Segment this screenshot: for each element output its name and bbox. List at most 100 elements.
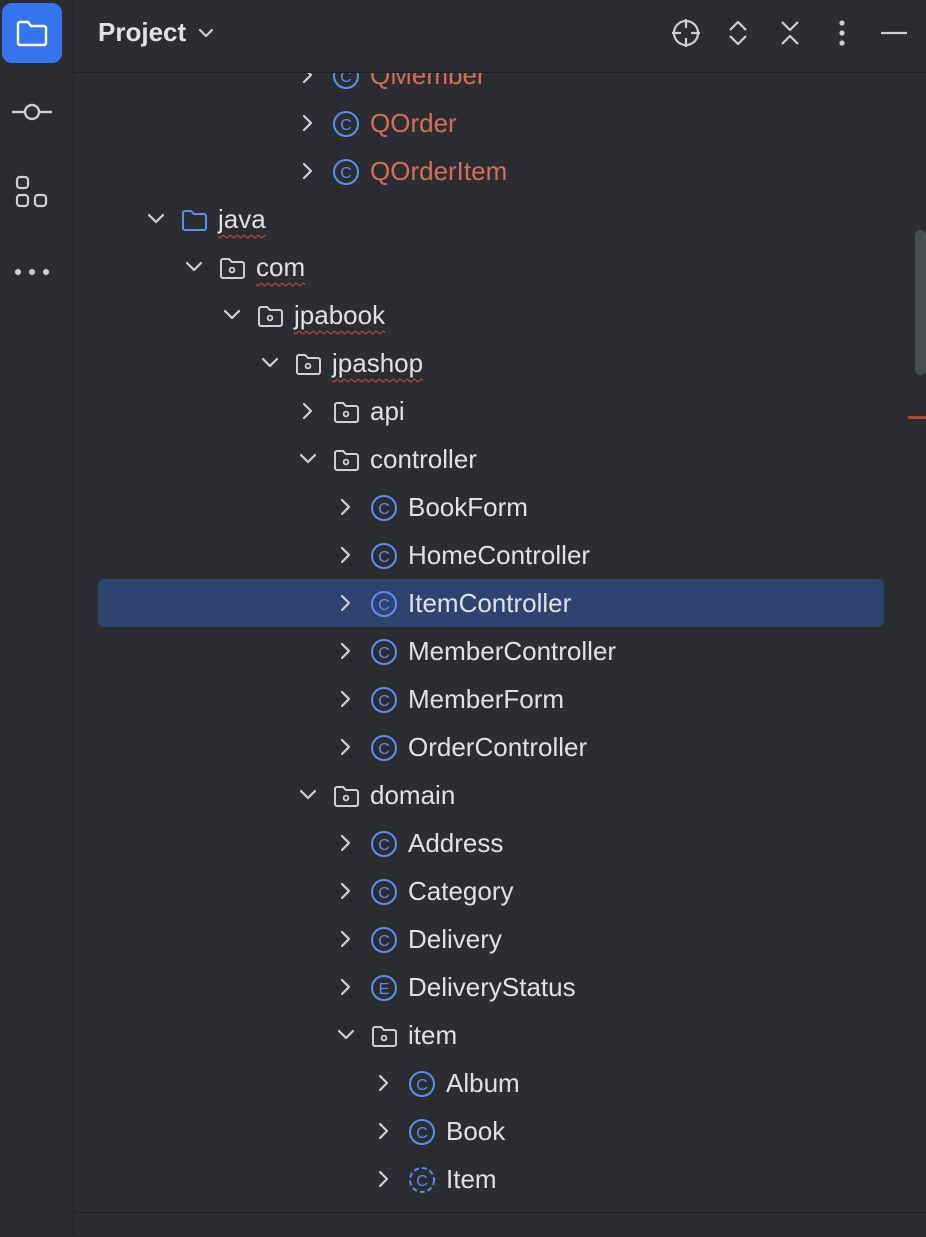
svg-text:C: C (340, 117, 352, 134)
chevron-right-icon[interactable] (334, 495, 358, 519)
tree-node-delivery[interactable]: C Delivery (74, 915, 926, 963)
project-tree[interactable]: C QMember C QOrder C QOrderItem java com jpabook… (74, 73, 926, 1212)
class-icon: C (370, 878, 398, 906)
project-folder-icon[interactable] (2, 3, 62, 63)
locate-icon[interactable] (670, 17, 702, 49)
chevron-right-icon[interactable] (296, 399, 320, 423)
chevron-right-icon[interactable] (372, 1071, 396, 1095)
more-options-icon[interactable] (826, 17, 858, 49)
tree-node-qmember[interactable]: C QMember (74, 73, 926, 99)
chevron-right-icon[interactable] (334, 831, 358, 855)
chevron-right-icon[interactable] (296, 159, 320, 183)
more-tools-icon[interactable] (2, 242, 62, 302)
class-icon: C (408, 1118, 436, 1146)
tree-node-item[interactable]: C Item (74, 1155, 926, 1203)
chevron-right-icon[interactable] (334, 975, 358, 999)
tree-node-deliverystatus[interactable]: E DeliveryStatus (74, 963, 926, 1011)
chevron-down-icon[interactable] (296, 783, 320, 807)
tree-node-item[interactable]: item (74, 1011, 926, 1059)
svg-text:C: C (378, 501, 390, 518)
tree-node-label: QOrder (370, 108, 457, 138)
package-folder-icon (332, 398, 360, 426)
chevron-down-icon[interactable] (144, 207, 168, 231)
tree-node-api[interactable]: api (74, 387, 926, 435)
structure-icon[interactable] (2, 162, 62, 222)
package-folder-icon (218, 254, 246, 282)
chevron-right-icon[interactable] (334, 735, 358, 759)
tree-node-memberform[interactable]: C MemberForm (74, 675, 926, 723)
chevron-down-icon[interactable] (334, 1023, 358, 1047)
tree-node-jpashop[interactable]: jpashop (74, 339, 926, 387)
error-stripe-marker[interactable] (908, 416, 926, 419)
chevron-right-icon[interactable] (334, 543, 358, 567)
tree-node-label: MemberForm (408, 684, 565, 714)
chevron-down-icon[interactable] (182, 255, 206, 279)
enum-icon: E (370, 974, 398, 1002)
chevron-right-icon[interactable] (296, 111, 320, 135)
svg-text:C: C (378, 549, 390, 566)
chevron-right-icon[interactable] (296, 73, 320, 87)
chevron-right-icon[interactable] (334, 639, 358, 663)
tree-node-label: QOrderItem (370, 156, 508, 186)
package-folder-icon (256, 302, 284, 330)
class-icon: C (370, 926, 398, 954)
panel-title-dropdown[interactable]: Project (98, 17, 214, 48)
tree-node-label: MemberController (408, 636, 617, 666)
tree-node-controller[interactable]: controller (74, 435, 926, 483)
chevron-right-icon[interactable] (372, 1119, 396, 1143)
chevron-down-icon[interactable] (220, 303, 244, 327)
tree-node-label: controller (370, 444, 477, 474)
vertical-scrollbar[interactable] (915, 230, 926, 375)
tree-rows: C QMember C QOrder C QOrderItem java com jpabook… (74, 73, 926, 1203)
tree-node-label: api (370, 396, 405, 426)
svg-text:C: C (378, 837, 390, 854)
class-icon: C (370, 734, 398, 762)
source-folder-icon (180, 206, 208, 234)
tree-node-qorderitem[interactable]: C QOrderItem (74, 147, 926, 195)
tree-node-label: Album (446, 1068, 520, 1098)
chevron-down-icon[interactable] (296, 447, 320, 471)
package-folder-icon (332, 446, 360, 474)
class-icon: C (370, 590, 398, 618)
collapse-all-icon[interactable] (774, 17, 806, 49)
tree-node-category[interactable]: C Category (74, 867, 926, 915)
tree-node-album[interactable]: C Album (74, 1059, 926, 1107)
abstract-class-icon: C (408, 1166, 436, 1194)
class-icon: C (408, 1070, 436, 1098)
chevron-right-icon[interactable] (334, 687, 358, 711)
class-icon: C (332, 73, 360, 90)
tool-window-strip (0, 0, 74, 1236)
tree-node-itemcontroller[interactable]: C ItemController (74, 579, 926, 627)
svg-text:C: C (378, 693, 390, 710)
svg-text:C: C (340, 165, 352, 182)
tree-node-domain[interactable]: domain (74, 771, 926, 819)
chevron-right-icon[interactable] (334, 927, 358, 951)
tree-node-homecontroller[interactable]: C HomeController (74, 531, 926, 579)
tree-node-label: DeliveryStatus (408, 972, 576, 1002)
tree-node-jpabook[interactable]: jpabook (74, 291, 926, 339)
svg-text:C: C (378, 933, 390, 950)
tree-node-book[interactable]: C Book (74, 1107, 926, 1155)
tree-node-label: QMember (370, 73, 486, 90)
chevron-right-icon[interactable] (372, 1167, 396, 1191)
tree-node-label: com (256, 252, 306, 282)
tree-node-java[interactable]: java (74, 195, 926, 243)
svg-text:C: C (340, 73, 352, 86)
chevron-down-icon[interactable] (258, 351, 282, 375)
tree-node-qorder[interactable]: C QOrder (74, 99, 926, 147)
class-icon: C (332, 110, 360, 138)
svg-text:C: C (378, 885, 390, 902)
tree-node-membercontroller[interactable]: C MemberController (74, 627, 926, 675)
tree-node-ordercontroller[interactable]: C OrderController (74, 723, 926, 771)
chevron-right-icon[interactable] (334, 591, 358, 615)
tree-node-bookform[interactable]: C BookForm (74, 483, 926, 531)
panel-header: Project (74, 0, 926, 73)
tree-node-address[interactable]: C Address (74, 819, 926, 867)
tree-node-com[interactable]: com (74, 243, 926, 291)
commit-icon[interactable] (2, 82, 62, 142)
chevron-right-icon[interactable] (334, 879, 358, 903)
hide-panel-icon[interactable] (878, 17, 910, 49)
svg-text:E: E (379, 981, 390, 998)
expand-collapse-icon[interactable] (722, 17, 754, 49)
tree-node-label: HomeController (408, 540, 591, 570)
